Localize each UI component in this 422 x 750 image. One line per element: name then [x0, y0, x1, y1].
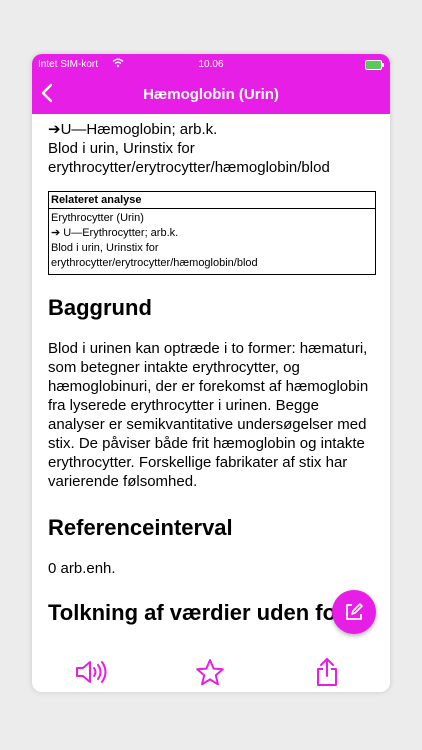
baggrund-text: Blod i urinen kan optræde i to former: h…: [48, 340, 369, 490]
favorite-button[interactable]: [192, 656, 228, 688]
intro-block: ➔U—Hæmoglobin; arb.k. Blod i urin, Urins…: [48, 120, 378, 177]
reference-value: 0 arb.enh.: [48, 560, 116, 577]
related-analysis-table: Relateret analyse Erythrocytter (Urin) ➔…: [48, 191, 376, 275]
star-icon: [196, 659, 224, 686]
bottom-toolbar: [32, 652, 390, 692]
edit-icon: [346, 603, 363, 620]
read-aloud-button[interactable]: [74, 656, 110, 688]
page-title: Hæmoglobin (Urin): [143, 86, 279, 103]
related-line: ➔ U—Erythrocytter; arb.k.: [51, 227, 179, 239]
article-content: ➔U—Hæmoglobin; arb.k. Blod i urin, Urins…: [48, 120, 378, 658]
nav-bar: Hæmoglobin (Urin): [32, 76, 390, 114]
section-heading-referenceinterval: Referenceinterval: [48, 515, 233, 540]
section-heading-tolkning: Tolkning af værdier uden for: [48, 600, 345, 625]
related-line: Blod i urin, Urinstix for: [51, 242, 159, 254]
section-heading-baggrund: Baggrund: [48, 295, 152, 320]
share-button[interactable]: [309, 656, 345, 688]
intro-line: ➔U—Hæmoglobin; arb.k.: [48, 121, 218, 138]
related-analysis-header: Relateret analyse: [49, 192, 375, 209]
status-time: 10.06: [198, 59, 224, 70]
related-line: erythrocytter/erytrocytter/hæmoglobin/bl…: [51, 257, 258, 269]
related-analysis-body[interactable]: Erythrocytter (Urin) ➔ U—Erythrocytter; …: [49, 209, 375, 274]
app-window: Intet SIM-kort 10.06 Hæmoglobin (Urin) ➔…: [32, 54, 390, 692]
speaker-icon: [76, 661, 107, 683]
intro-line: erythrocytter/erytrocytter/hæmoglobin/bl…: [48, 159, 330, 176]
battery-icon: [365, 60, 384, 70]
edit-note-button[interactable]: [332, 590, 376, 634]
share-icon: [317, 658, 337, 686]
related-line: Erythrocytter (Urin): [51, 212, 144, 224]
status-bar: Intet SIM-kort 10.06: [32, 54, 390, 76]
intro-line: Blod i urin, Urinstix for: [48, 140, 195, 157]
